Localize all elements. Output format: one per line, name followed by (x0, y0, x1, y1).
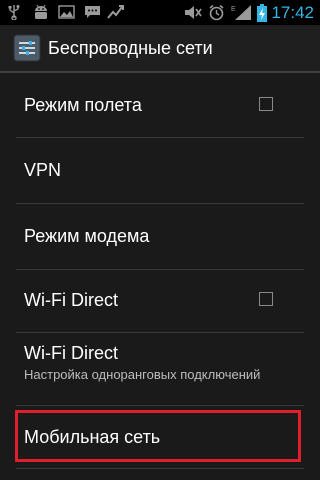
airplane-mode-checkbox[interactable] (259, 97, 273, 111)
list-item-title: Wi-Fi Direct (24, 290, 118, 310)
list-item-subtitle: Настройка одноранговых подключений (24, 367, 261, 382)
page-title: Беспроводные сети (48, 38, 213, 58)
list-item-title: Wi-Fi Direct (24, 343, 118, 363)
divider (16, 468, 304, 469)
list-item-airplane-mode[interactable]: Режим полета (0, 73, 320, 137)
svg-text:E: E (231, 6, 236, 13)
android-debug-icon (35, 4, 47, 19)
image-icon (58, 5, 75, 19)
signal-icon: E (231, 5, 251, 20)
wifi-direct-checkbox[interactable] (259, 292, 273, 306)
list-item-tethering[interactable]: Режим модема (0, 204, 320, 269)
alarm-icon (209, 4, 224, 21)
status-bar: E 17:42 (0, 0, 320, 25)
settings-list: Режим полета VPN Режим модема Wi-Fi Dire… (0, 73, 320, 480)
signal-activity-icon (107, 5, 124, 19)
list-item-vpn[interactable]: VPN (0, 138, 320, 203)
action-bar: Беспроводные сети (0, 25, 320, 73)
list-item-title: Режим полета (24, 95, 142, 115)
chat-icon (85, 6, 100, 18)
highlight-box (15, 410, 301, 462)
list-item-wifi-direct-toggle[interactable]: Wi-Fi Direct (0, 270, 320, 332)
usb-icon (8, 5, 20, 20)
settings-icon[interactable] (13, 34, 41, 62)
list-item-wifi-direct-settings[interactable]: Wi-Fi Direct Настройка одноранговых подк… (0, 333, 320, 405)
mute-icon (185, 6, 202, 19)
list-item-title: Режим модема (24, 226, 150, 246)
list-item-title: VPN (24, 160, 62, 180)
clock: 17:42 (271, 3, 314, 22)
battery-icon (257, 4, 267, 22)
